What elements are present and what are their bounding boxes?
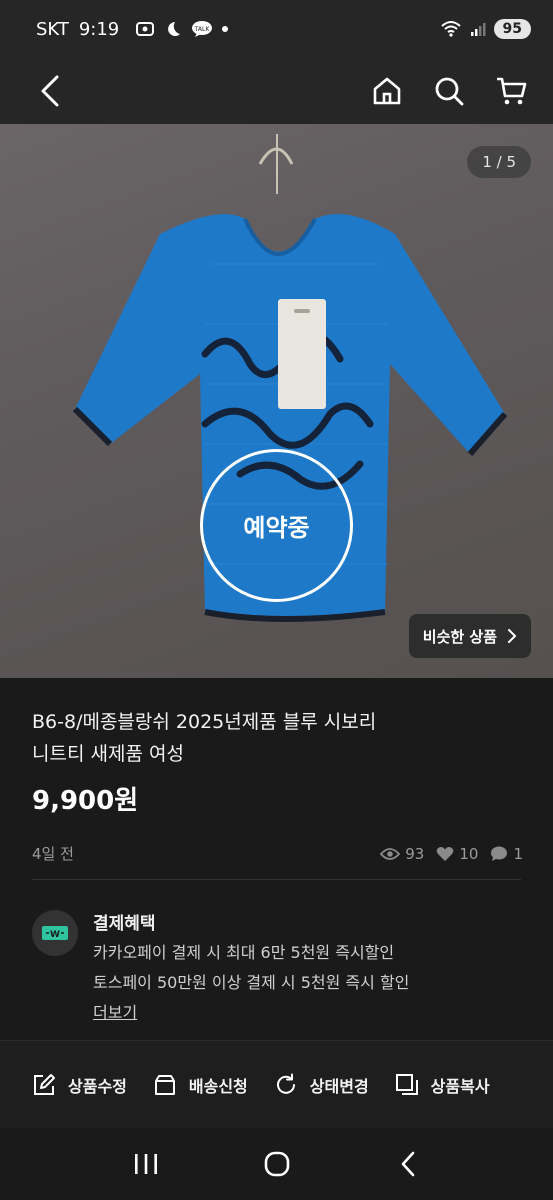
- cart-icon: [497, 77, 527, 105]
- back-button[interactable]: [30, 71, 70, 111]
- talk-notification-icon: TALK: [192, 21, 213, 37]
- chevron-right-icon: [508, 629, 517, 643]
- recent-apps-icon: [134, 1154, 157, 1174]
- views-count: 93: [405, 844, 425, 863]
- product-info: B6-8/메종블랑쉬 2025년제품 블루 시보리 니트티 새제품 여성 9,9…: [0, 678, 553, 864]
- dot-icon: [222, 26, 229, 32]
- home-icon: [373, 77, 401, 105]
- edit-icon: [34, 1073, 55, 1095]
- back-arrow-icon: [401, 1151, 414, 1177]
- product-title: B6-8/메종블랑쉬 2025년제품 블루 시보리 니트티 새제품 여성: [32, 706, 521, 770]
- search-icon: [435, 77, 464, 106]
- similar-products-button[interactable]: 비슷한 상품: [408, 614, 531, 658]
- carrier-label: SKT: [36, 18, 69, 40]
- benefit-kakaopay: 카카오페이 결제 시 최대 6만 5천원 즉시할인: [93, 943, 395, 962]
- views-stat: 93: [380, 845, 424, 863]
- home-button[interactable]: [367, 71, 407, 111]
- benefit-badge: W: [32, 910, 78, 956]
- wifi-icon: [440, 21, 461, 37]
- heart-icon: [437, 846, 454, 861]
- chats-count: 1: [513, 844, 523, 863]
- product-meta: 4일 전 93 10 1: [32, 843, 523, 864]
- product-image[interactable]: 1 / 5 예약중 비슷한 상품: [0, 124, 553, 678]
- refresh-icon: [276, 1073, 295, 1094]
- signal-icon: [470, 23, 486, 36]
- home-nav-button[interactable]: [252, 1139, 302, 1189]
- battery-indicator: 95: [493, 19, 531, 39]
- posted-time: 4일 전: [32, 845, 74, 863]
- likes-stat: 10: [436, 845, 478, 863]
- back-nav-button[interactable]: [383, 1139, 433, 1189]
- change-status-label: 상태변경: [309, 1076, 369, 1096]
- svg-text:TALK: TALK: [194, 26, 211, 33]
- app-bar: [0, 58, 553, 124]
- svg-text:W: W: [50, 930, 60, 940]
- shipping-request-button[interactable]: 배송신청: [153, 1073, 248, 1097]
- home-circle-icon: [264, 1151, 289, 1177]
- image-counter: 1 / 5: [467, 146, 531, 178]
- chat-icon: [491, 846, 508, 861]
- benefit-more-link[interactable]: 더보기: [93, 998, 409, 1028]
- eye-icon: [380, 847, 401, 860]
- section-divider: [32, 879, 521, 880]
- copy-product-label: 상품복사: [430, 1076, 490, 1096]
- do-not-disturb-icon: [168, 22, 181, 36]
- change-status-button[interactable]: 상태변경: [274, 1073, 369, 1097]
- benefit-title: 결제혜택: [93, 914, 156, 934]
- package-icon: [154, 1074, 175, 1095]
- product-title-line2: 니트티 새제품 여성: [32, 743, 184, 765]
- likes-count: 10: [459, 844, 479, 863]
- copy-icon: [395, 1073, 418, 1095]
- product-title-line1: B6-8/메종블랑쉬 2025년제품 블루 시보리: [32, 711, 377, 733]
- seller-action-bar: 상품수정 배송신청 상태변경 상품복사: [0, 1040, 553, 1128]
- status-bar: SKT 9:19 TALK 95: [0, 0, 553, 58]
- reserved-overlay: 예약중: [200, 449, 353, 602]
- similar-products-label: 비슷한 상품: [422, 627, 497, 646]
- screenshot-icon: [136, 22, 155, 36]
- recent-apps-button[interactable]: [121, 1139, 171, 1189]
- payment-benefit: W 결제혜택 카카오페이 결제 시 최대 6만 5천원 즉시할인 토스페이 50…: [32, 910, 521, 1028]
- edit-product-label: 상품수정: [68, 1076, 127, 1096]
- system-nav-bar: [0, 1128, 553, 1200]
- shipping-request-label: 배송신청: [188, 1076, 248, 1096]
- chevron-left-icon: [41, 75, 59, 107]
- cart-button[interactable]: [491, 71, 531, 111]
- edit-product-button[interactable]: 상품수정: [32, 1073, 127, 1097]
- benefit-tosspay: 토스페이 50만원 이상 결제 시 5천원 즉시 할인: [93, 973, 410, 992]
- clock: 9:19: [78, 18, 120, 40]
- chats-stat: 1: [490, 845, 523, 863]
- product-price: 9,900원: [32, 786, 139, 816]
- reserved-label: 예약중: [243, 514, 310, 542]
- won-ticket-icon: W: [42, 926, 68, 940]
- copy-product-button[interactable]: 상품복사: [395, 1073, 490, 1097]
- search-button[interactable]: [429, 71, 469, 111]
